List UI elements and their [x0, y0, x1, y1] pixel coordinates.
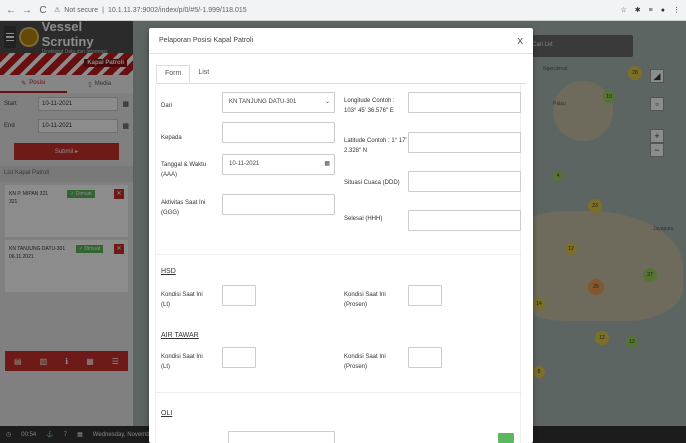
- selesai-label: Selesai (HHH): [344, 216, 383, 222]
- aktivitas-field[interactable]: [222, 194, 335, 215]
- dari-select[interactable]: KN TANJUNG DATU-301 ⌄: [222, 92, 335, 113]
- tab-list[interactable]: List: [190, 65, 217, 83]
- tanggal-label: Tanggal & Waktu (AAA): [161, 162, 207, 178]
- reload-icon[interactable]: C: [38, 5, 48, 16]
- add-button[interactable]: [498, 433, 514, 443]
- modal-tabs: Form List: [156, 65, 217, 83]
- air-lt-label: Kondisi Saat Ini (Lt): [161, 354, 203, 370]
- kepada-label: Kepada: [161, 135, 182, 141]
- tab-form[interactable]: Form: [156, 65, 191, 83]
- section-title: HSD: [161, 268, 176, 275]
- hsd-lt-field[interactable]: [222, 285, 256, 306]
- latitude-label: Latitude Contoh : 1° 17' 2.328" N: [344, 138, 407, 154]
- air-prosen-field[interactable]: [408, 347, 442, 368]
- extensions-icon[interactable]: ✱: [635, 6, 641, 14]
- star-icon[interactable]: ☆: [621, 6, 627, 14]
- forward-icon[interactable]: →: [22, 5, 32, 16]
- air-prosen-label: Kondisi Saat Ini (Prosen): [344, 354, 386, 370]
- back-icon[interactable]: ←: [6, 5, 16, 16]
- section-title: OLI: [161, 410, 173, 417]
- tanggal-field[interactable]: 10-11-2021 ▦: [222, 154, 335, 175]
- air-lt-field[interactable]: [222, 347, 256, 368]
- form-panel: Dari KN TANJUNG DATU-301 ⌄ Kepada Tangga…: [155, 84, 522, 443]
- modal-header: Pelaporan Posisi Kapal Patroli x: [149, 28, 533, 54]
- security-label: Not secure: [64, 6, 99, 14]
- longitude-label: Longitude Contoh : 103° 45' 36.576" E: [344, 98, 395, 114]
- profile-icon[interactable]: ●: [661, 7, 665, 14]
- modal-title: Pelaporan Posisi Kapal Patroli: [159, 37, 254, 44]
- kepada-field[interactable]: [222, 122, 335, 143]
- latitude-field[interactable]: [408, 132, 521, 153]
- hsd-prosen-field[interactable]: [408, 285, 442, 306]
- section-title: AIR TAWAR: [161, 332, 199, 339]
- warning-icon: ⚠: [54, 7, 61, 14]
- cuaca-label: Situasi Cuaca (DDD): [344, 180, 400, 186]
- close-icon[interactable]: x: [518, 35, 524, 47]
- oli-field[interactable]: [228, 431, 335, 443]
- cuaca-field[interactable]: [408, 171, 521, 192]
- reading-list-icon[interactable]: ≡: [649, 7, 653, 14]
- aktivitas-label: Aktivitas Saat Ini (GGG): [161, 200, 206, 216]
- browser-toolbar: ← → C ⚠ Not secure | 10.1.11.37:9002/ind…: [0, 0, 686, 21]
- dari-label: Dari: [161, 103, 173, 109]
- chevron-down-icon: ⌄: [324, 99, 330, 105]
- hsd-prosen-label: Kondisi Saat Ini (Prosen): [344, 292, 386, 308]
- report-modal: Pelaporan Posisi Kapal Patroli x Form Li…: [149, 28, 533, 443]
- selesai-field[interactable]: [408, 210, 521, 231]
- address-bar[interactable]: ⚠ Not secure | 10.1.11.37:9002/index/p/0…: [54, 6, 247, 15]
- url-text: 10.1.11.37:9002/index/p/0/#5/-1.999/118.…: [107, 6, 247, 14]
- more-icon[interactable]: ⋮: [673, 6, 680, 14]
- longitude-field[interactable]: [408, 92, 521, 113]
- calendar-icon[interactable]: ▦: [324, 160, 330, 167]
- hsd-lt-label: Kondisi Saat Ini (Lt): [161, 292, 203, 308]
